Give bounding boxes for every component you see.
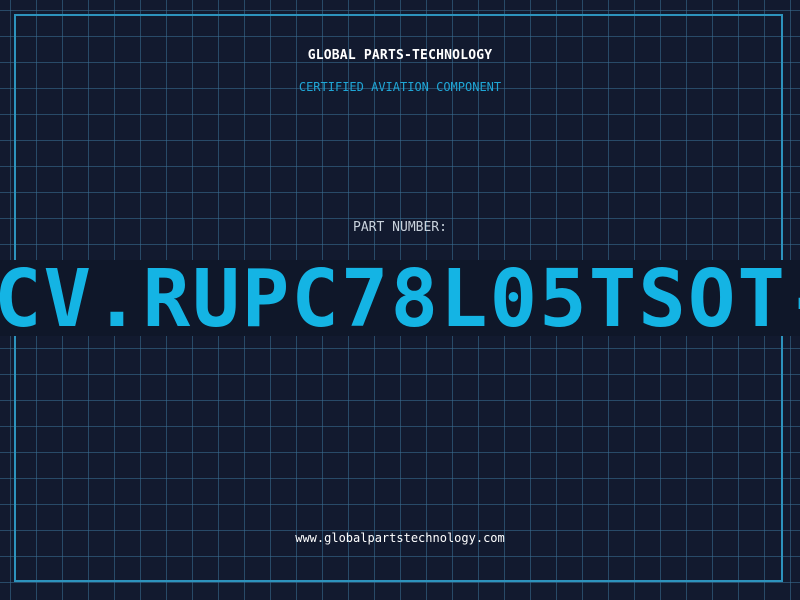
part-number-band: CV.RUPC78L05TSOT-8 xyxy=(0,260,800,336)
part-number-label: PART NUMBER: xyxy=(353,220,447,235)
company-name: GLOBAL PARTS-TECHNOLOGY xyxy=(307,48,493,63)
website-link[interactable]: www.globalpartstechnology.com xyxy=(0,531,800,545)
certificate-card: GLOBAL PARTS-TECHNOLOGY CERTIFIED AVIATI… xyxy=(0,0,800,600)
part-number-value: CV.RUPC78L05TSOT-8 xyxy=(0,260,800,336)
certification-tagline: CERTIFIED AVIATION COMPONENT xyxy=(298,80,502,94)
